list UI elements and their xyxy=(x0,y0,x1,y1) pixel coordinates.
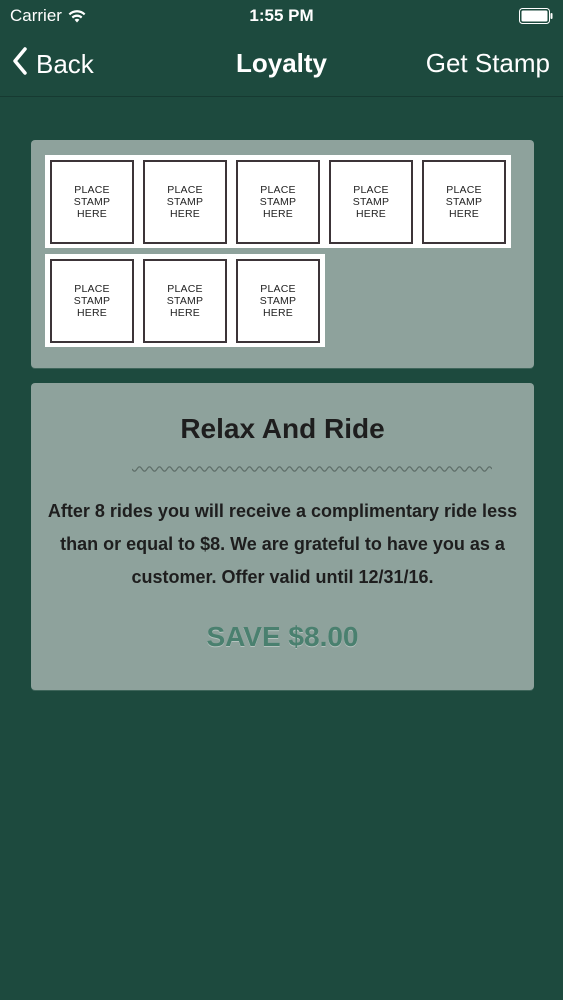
stamp-slot-label: PLACE STAMP HERE xyxy=(166,283,204,319)
navigation-bar: Back Loyalty Get Stamp xyxy=(0,32,563,97)
stamp-slot-label: PLACE STAMP HERE xyxy=(166,184,204,220)
stamp-slot-label: PLACE STAMP HERE xyxy=(259,283,297,319)
status-bar: Carrier 1:55 PM xyxy=(0,0,563,32)
stamp-slot[interactable]: PLACE STAMP HERE xyxy=(236,259,320,343)
stamp-slot[interactable]: PLACE STAMP HERE xyxy=(329,160,413,244)
stamp-slot[interactable]: PLACE STAMP HERE xyxy=(236,160,320,244)
stamp-slot[interactable]: PLACE STAMP HERE xyxy=(143,160,227,244)
stamp-row: PLACE STAMP HERE PLACE STAMP HERE PLACE … xyxy=(45,155,511,248)
stamp-slot-label: PLACE STAMP HERE xyxy=(352,184,390,220)
stamp-slot-label: PLACE STAMP HERE xyxy=(73,283,111,319)
offer-card: Relax And Ride After 8 rides you will re… xyxy=(31,383,534,690)
savings-label: SAVE $8.00 xyxy=(206,621,359,652)
offer-description: After 8 rides you will receive a complim… xyxy=(47,501,518,587)
stamp-slot-label: PLACE STAMP HERE xyxy=(445,184,483,220)
wavy-divider xyxy=(131,461,493,472)
stamp-slot[interactable]: PLACE STAMP HERE xyxy=(50,259,134,343)
stamp-slot-label: PLACE STAMP HERE xyxy=(73,184,111,220)
stamp-slot[interactable]: PLACE STAMP HERE xyxy=(50,160,134,244)
stamp-slot-label: PLACE STAMP HERE xyxy=(259,184,297,220)
status-time: 1:55 PM xyxy=(249,6,314,25)
get-stamp-button[interactable]: Get Stamp xyxy=(426,48,550,79)
stamp-row: PLACE STAMP HERE PLACE STAMP HERE PLACE … xyxy=(45,254,325,347)
battery-icon xyxy=(519,8,553,24)
offer-title: Relax And Ride xyxy=(180,413,385,444)
stamp-card-panel: PLACE STAMP HERE PLACE STAMP HERE PLACE … xyxy=(31,140,534,368)
stamp-slot[interactable]: PLACE STAMP HERE xyxy=(143,259,227,343)
stamp-slot[interactable]: PLACE STAMP HERE xyxy=(422,160,506,244)
